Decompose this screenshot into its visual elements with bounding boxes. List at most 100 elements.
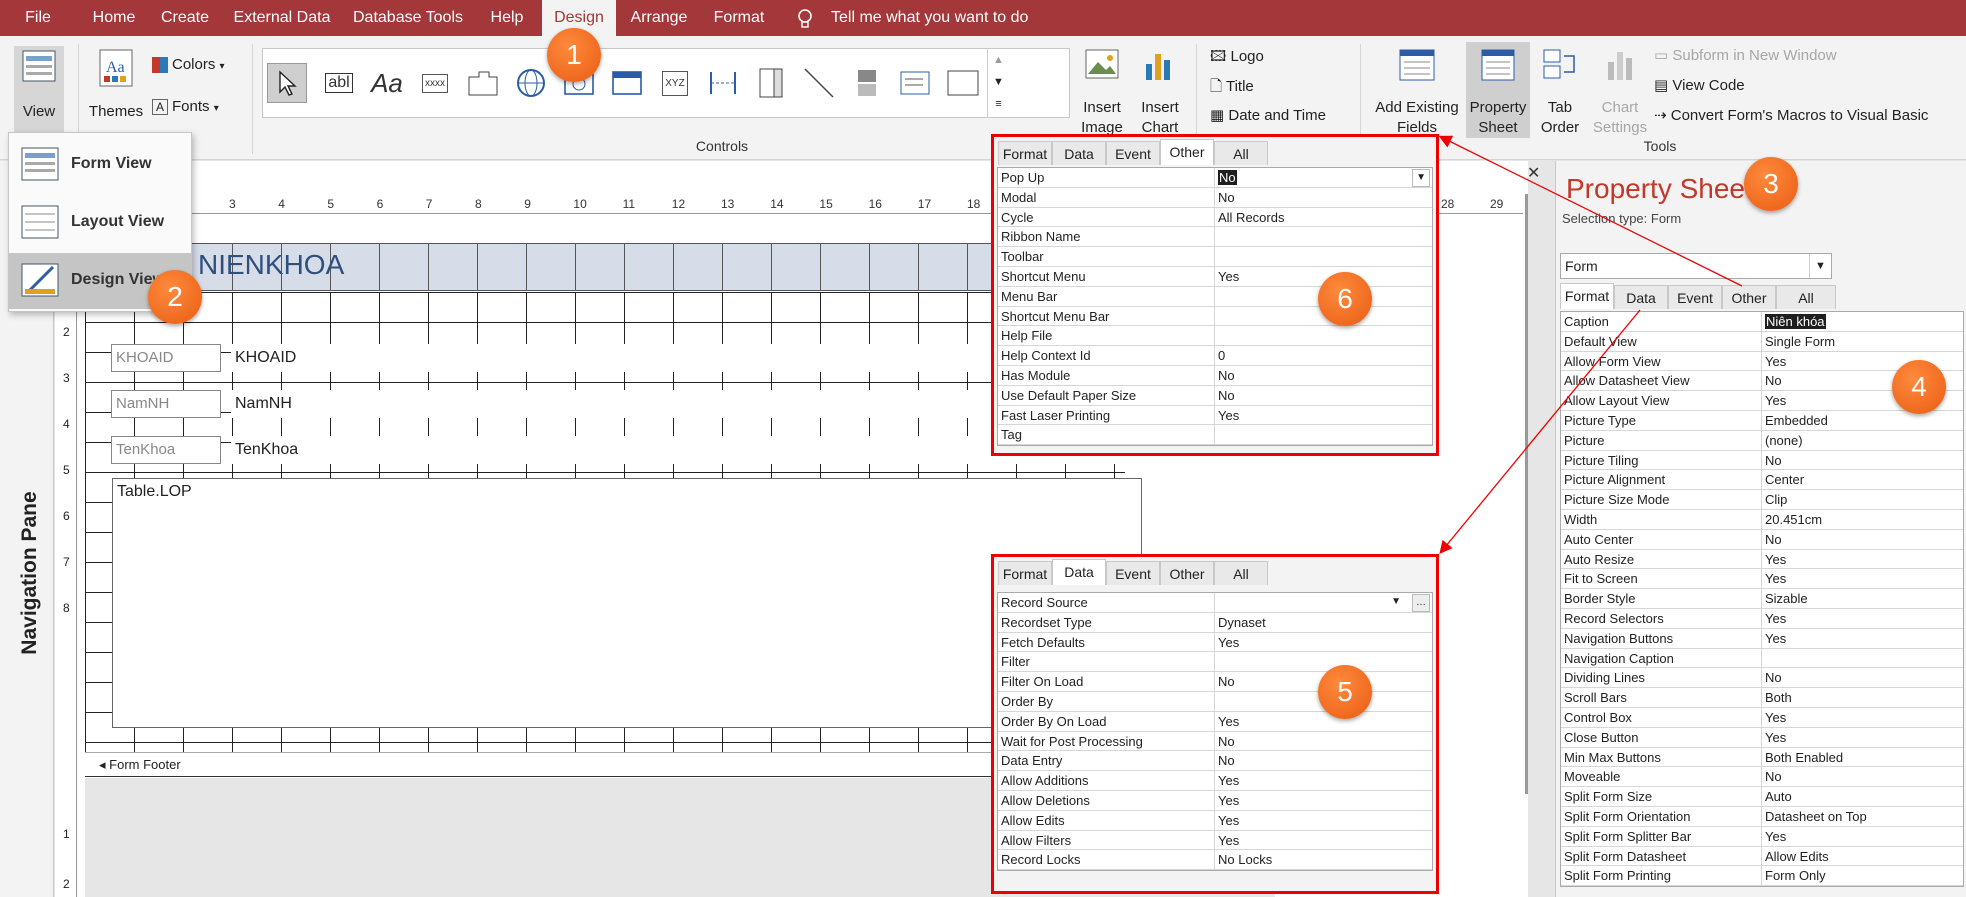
data-panel-tab-all[interactable]: All [1214,561,1268,585]
property-row[interactable]: Toolbar [998,247,1432,267]
property-value[interactable] [1215,247,1432,266]
property-row[interactable]: Fast Laser Printing Yes [998,405,1432,426]
property-row[interactable]: Caption Niên khóa [1561,312,1963,332]
property-row[interactable]: Picture Tiling No [1561,450,1963,471]
chart-settings-button[interactable]: Chart Settings [1590,46,1650,138]
property-row[interactable]: Order By On Load Yes [998,711,1432,732]
property-row[interactable]: Help File [998,326,1432,347]
property-row[interactable]: Min Max Buttons Both Enabled [1561,747,1963,768]
data-panel-tab-format[interactable]: Format [998,561,1052,585]
other-panel-tab-other[interactable]: Other [1160,139,1214,165]
property-value[interactable]: No [1762,451,1963,470]
property-value[interactable]: Yes [1215,831,1432,850]
property-value[interactable]: Form Only [1762,866,1963,885]
menu-help[interactable]: Help [478,0,536,36]
add-existing-fields-button[interactable]: Add Existing Fields [1370,46,1464,138]
property-row[interactable]: Allow Additions Yes [998,771,1432,791]
combo-box-icon[interactable] [751,63,791,103]
menu-file[interactable]: File [0,0,76,36]
property-value[interactable]: No [1215,188,1432,207]
data-panel-tab-data[interactable]: Data [1052,559,1106,585]
property-value[interactable]: Auto [1762,787,1963,806]
tenkhoa-label[interactable]: TenKhoa [111,436,221,464]
other-panel-tab-format[interactable]: Format [998,141,1052,165]
property-row[interactable]: Split Form Datasheet Allow Edits [1561,846,1963,867]
property-value[interactable]: Yes [1215,633,1432,652]
data-panel-tab-event[interactable]: Event [1106,561,1160,585]
property-value[interactable]: All Records [1215,208,1432,227]
property-sheet-tab-data[interactable]: Data [1614,285,1668,309]
property-row[interactable]: Navigation Caption [1561,648,1963,669]
property-row[interactable]: Split Form Printing Form Only [1561,866,1963,887]
property-value[interactable]: 0 [1215,346,1432,365]
property-value[interactable]: Yes [1215,771,1432,790]
property-row[interactable]: Fit to Screen Yes [1561,569,1963,590]
property-row[interactable]: Moveable No [1561,767,1963,788]
property-value[interactable]: No [1762,668,1963,687]
property-value[interactable]: Embedded [1762,411,1963,430]
property-value[interactable]: … ▼ [1215,593,1432,612]
property-value[interactable]: (none) [1762,431,1963,450]
gallery-scroll[interactable]: ▲ ▼ ≡ [987,49,1009,117]
property-row[interactable]: Ribbon Name [998,227,1432,248]
property-row[interactable]: Pop Up No ▼ [998,168,1432,188]
property-value[interactable]: Yes [1215,712,1432,731]
property-row[interactable]: Data Entry No [998,751,1432,772]
property-row[interactable]: Cycle All Records [998,207,1432,228]
property-value[interactable]: Yes [1215,811,1432,830]
other-panel-tab-all[interactable]: All [1214,141,1268,165]
property-row[interactable]: Allow Filters Yes [998,830,1432,851]
property-value[interactable]: Yes [1762,728,1963,747]
button-control-icon[interactable]: xxxx [415,63,455,103]
property-value[interactable]: Sizable [1762,589,1963,608]
menu-external-data[interactable]: External Data [226,0,338,36]
tenkhoa-textbox[interactable]: TenKhoa [231,436,1121,464]
property-row[interactable]: Recordset Type Dynaset [998,612,1432,633]
property-sheet-tab-format[interactable]: Format [1560,283,1614,309]
property-value[interactable] [1215,425,1432,444]
label-control-icon[interactable]: Aa [367,63,407,103]
property-value[interactable] [1215,227,1432,246]
property-value[interactable] [1215,652,1432,671]
property-value[interactable]: Both [1762,688,1963,707]
property-value[interactable]: No [1762,767,1963,786]
menu-home[interactable]: Home [82,0,146,36]
property-row[interactable]: Wait for Post Processing No [998,731,1432,752]
property-row[interactable]: Control Box Yes [1561,707,1963,728]
property-row[interactable]: Auto Resize Yes [1561,549,1963,570]
lop-subform[interactable]: Table.LOP [112,478,1142,728]
property-row[interactable]: Record Selectors Yes [1561,608,1963,629]
namnh-label[interactable]: NamNH [111,390,221,418]
hyperlink-control-icon[interactable] [511,63,551,103]
property-value[interactable]: Yes [1215,791,1432,810]
other-panel-tab-data[interactable]: Data [1052,141,1106,165]
property-row[interactable]: Dividing Lines No [1561,668,1963,689]
property-sheet-tab-other[interactable]: Other [1722,285,1776,309]
property-row[interactable]: Split Form Orientation Datasheet on Top [1561,806,1963,827]
property-row[interactable]: Record Source… ▼ [998,593,1432,613]
menu-create[interactable]: Create [152,0,218,36]
property-row[interactable]: Help Context Id 0 [998,346,1432,366]
property-value[interactable]: No ▼ [1215,168,1432,187]
property-row[interactable]: Use Default Paper Size No [998,385,1432,406]
property-row[interactable]: Picture Type Embedded [1561,410,1963,431]
navigation-control-icon[interactable] [607,63,647,103]
view-button[interactable]: View [14,46,64,136]
property-value[interactable]: Yes [1762,827,1963,846]
toggle-button-icon[interactable] [847,63,887,103]
property-value[interactable]: Clip [1762,490,1963,509]
property-row[interactable]: Split Form Splitter Bar Yes [1561,826,1963,847]
property-row[interactable]: Has Module No [998,365,1432,386]
property-row[interactable]: Fetch Defaults Yes [998,632,1432,653]
property-value-selected[interactable]: Niên khóa [1765,314,1826,329]
form-view-item[interactable]: Form View [9,137,191,193]
subform-new-window-button[interactable]: ▭ Subform in New Window [1654,46,1837,64]
option-group-icon[interactable]: XYZ [655,63,695,103]
menu-arrange[interactable]: Arrange [622,0,696,36]
property-sheet-button[interactable]: Property Sheet [1466,42,1530,138]
property-row[interactable]: Picture Alignment Center [1561,470,1963,491]
colors-button[interactable]: Colors ▾ [152,56,225,78]
property-row[interactable]: Scroll Bars Both [1561,688,1963,708]
logo-button[interactable]: 🖾 Logo [1210,46,1264,71]
property-value[interactable]: No Locks [1215,850,1432,869]
